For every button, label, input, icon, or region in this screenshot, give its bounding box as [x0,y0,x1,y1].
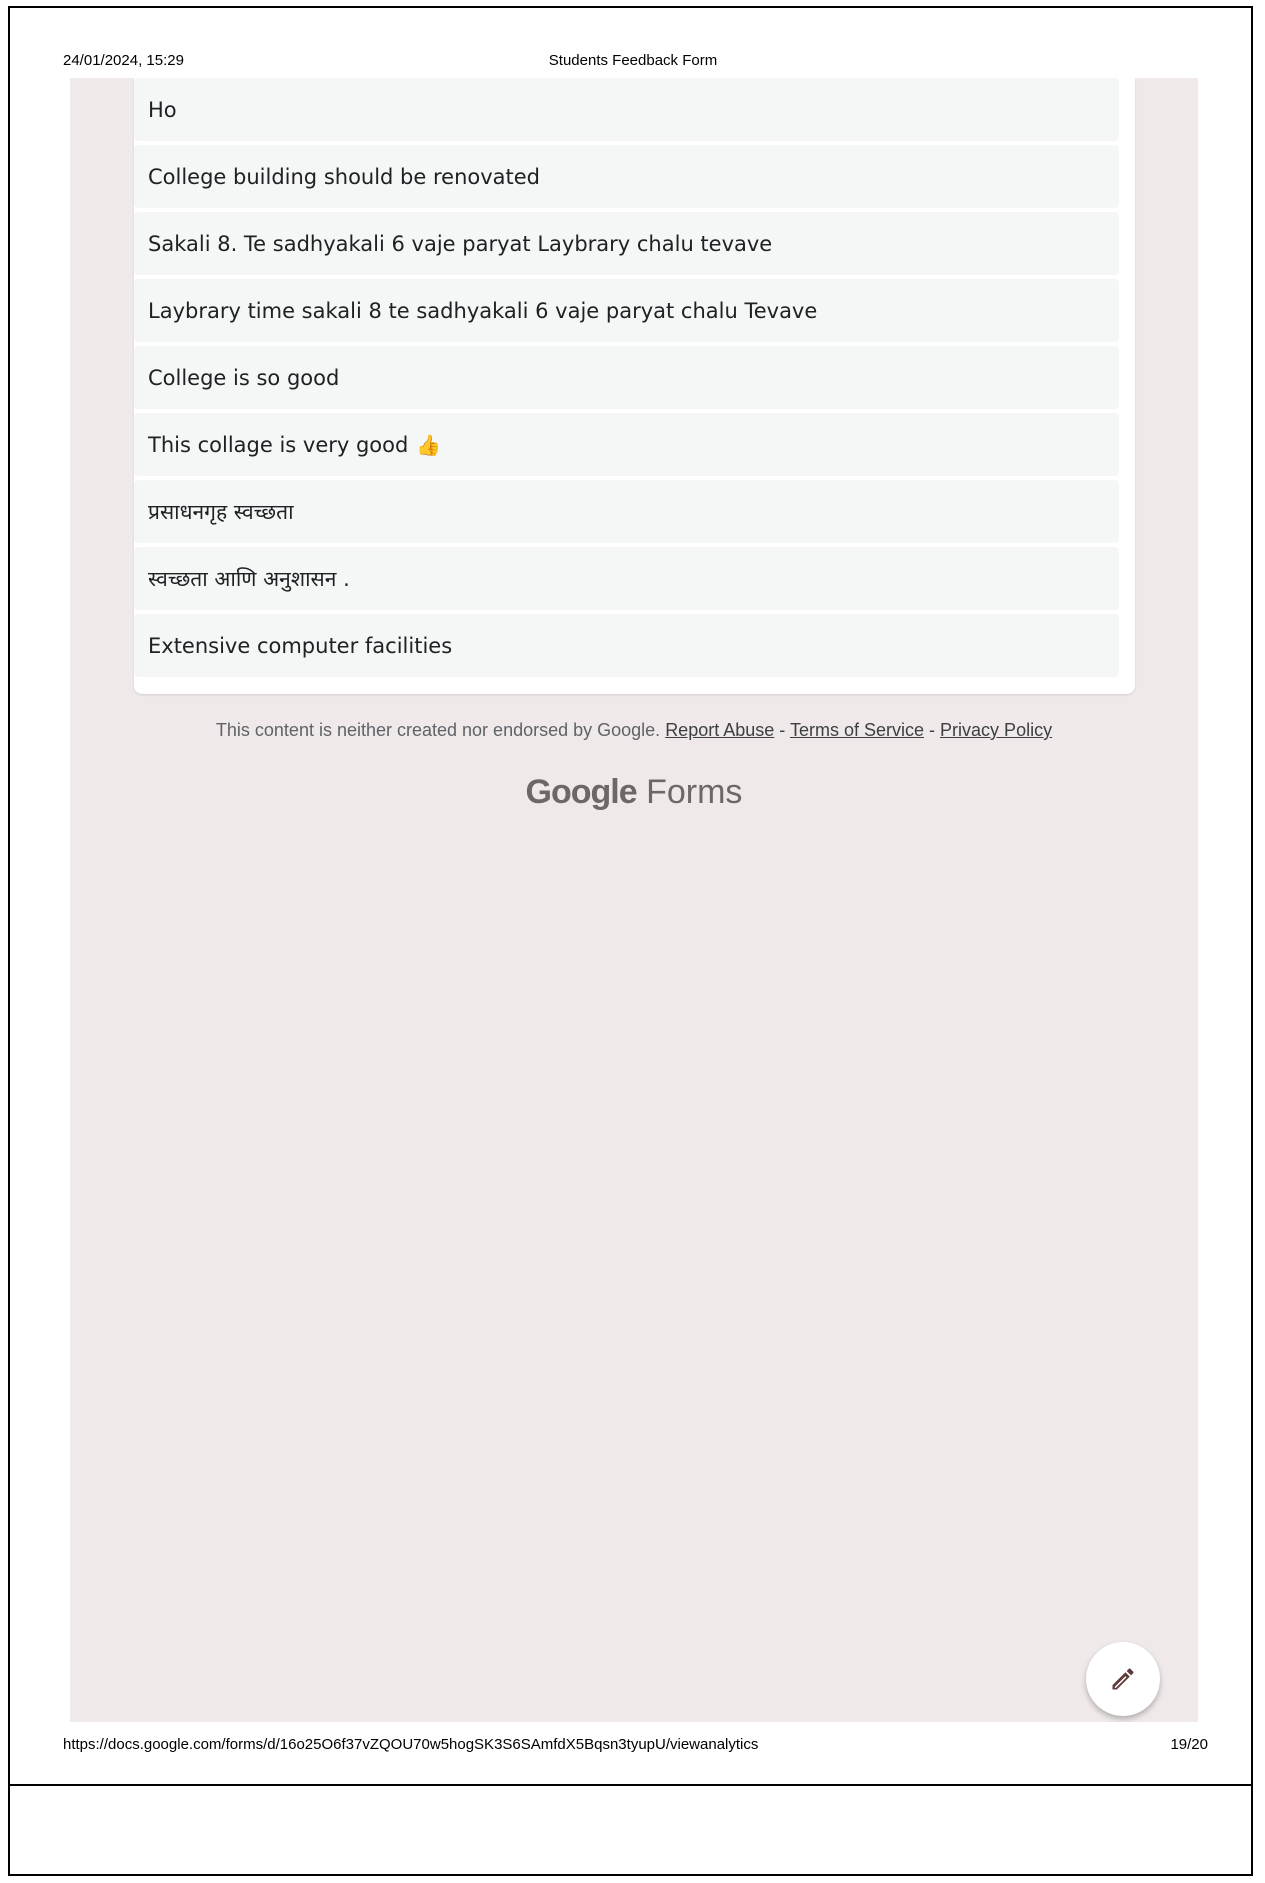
terms-of-service-link[interactable]: Terms of Service [790,720,924,740]
report-abuse-link[interactable]: Report Abuse [665,720,774,740]
response-text: प्रसाधनगृह स्वच्छता [148,499,294,524]
edit-form-button[interactable] [1086,1642,1160,1716]
response-item: College is so good [134,346,1119,409]
response-text: This collage is very good [148,432,409,457]
response-item: College building should be renovated [134,145,1119,208]
response-item: Sakali 8. Te sadhyakali 6 vaje paryat La… [134,212,1119,275]
response-item: Laybrary time sakali 8 te sadhyakali 6 v… [134,279,1119,342]
thumbs-up-icon: 👍 [416,432,442,457]
print-page-number: 19/20 [1170,1736,1208,1753]
response-item: स्वच्छता आणि अनुशासन . [134,547,1119,610]
responses-card: Ho College building should be renovated … [134,78,1135,694]
print-header: 24/01/2024, 15:29 Students Feedback Form [63,52,1203,72]
forms-viewport[interactable]: Ho College building should be renovated … [70,78,1198,1722]
response-text: College building should be renovated [148,164,541,189]
page-divider [8,1784,1253,1786]
response-text: Sakali 8. Te sadhyakali 6 vaje paryat La… [148,231,773,256]
privacy-policy-link[interactable]: Privacy Policy [940,720,1052,740]
footer-separator: - [929,720,936,740]
logo-forms: Forms [646,773,743,811]
response-text: College is so good [148,365,340,390]
footer-separator: - [779,720,786,740]
disclaimer-text: This content is neither created nor endo… [215,720,661,740]
logo-google: Google [525,773,638,811]
response-text: स्वच्छता आणि अनुशासन . [148,566,350,591]
footer-disclaimer: This content is neither created nor endo… [70,720,1198,741]
pencil-icon [1112,1668,1134,1690]
print-title: Students Feedback Form [548,52,718,69]
response-text: Laybrary time sakali 8 te sadhyakali 6 v… [148,298,818,323]
response-item: प्रसाधनगृह स्वच्छता [134,480,1119,543]
google-forms-logo[interactable]: Google Forms [70,773,1198,812]
response-text: Ho [148,97,177,122]
print-footer: https://docs.google.com/forms/d/16o25O6f… [63,1736,1208,1756]
print-url: https://docs.google.com/forms/d/16o25O6f… [63,1736,759,1753]
response-item: This collage is very good 👍 [134,413,1119,476]
response-text: Extensive computer facilities [148,633,453,658]
response-item: Ho [134,78,1119,141]
response-item: Extensive computer facilities [134,614,1119,677]
